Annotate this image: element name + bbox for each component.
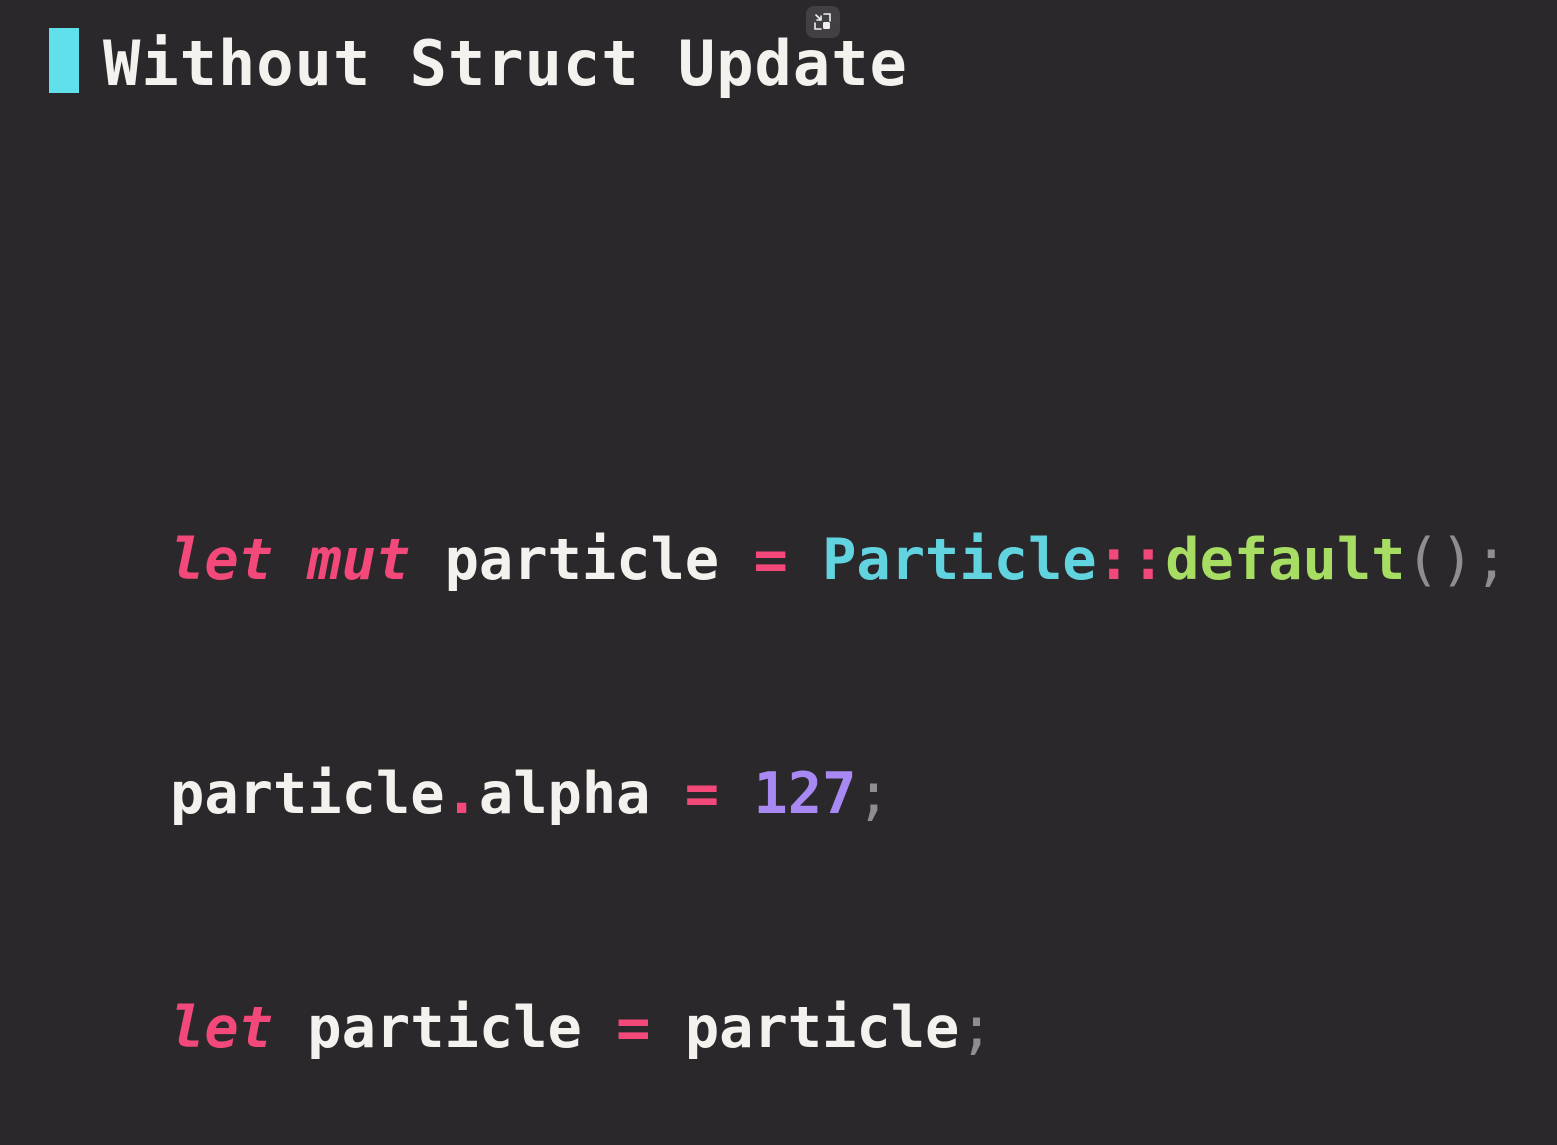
code-line-1: let mut particle = Particle::default(); xyxy=(170,521,1508,599)
assign-operator: = xyxy=(753,527,788,593)
field-alpha: alpha xyxy=(478,761,651,827)
call-parens: () xyxy=(1405,527,1475,593)
type-particle: Particle xyxy=(822,527,1097,593)
keyword-mut: mut xyxy=(307,527,411,593)
value-particle: particle xyxy=(684,995,960,1061)
code-block: let mut particle = Particle::default(); … xyxy=(170,365,1508,1145)
number-literal: 127 xyxy=(753,761,857,827)
title-accent-bar xyxy=(49,28,79,93)
restore-window-icon xyxy=(814,13,831,30)
code-line-2: particle.alpha = 127; xyxy=(170,755,1508,833)
field-access-dot: . xyxy=(444,761,479,827)
keyword-let: let xyxy=(170,995,273,1061)
restore-window-button[interactable] xyxy=(806,6,840,38)
assign-operator: = xyxy=(684,761,720,827)
variable-particle: particle xyxy=(444,527,720,593)
semicolon: ; xyxy=(1474,527,1509,593)
semicolon: ; xyxy=(856,761,891,827)
semicolon: ; xyxy=(959,995,994,1061)
function-default: default xyxy=(1165,527,1406,593)
slide-title: Without Struct Update xyxy=(103,27,908,100)
variable-particle: particle xyxy=(307,995,582,1061)
keyword-let: let xyxy=(170,527,273,593)
assign-operator: = xyxy=(616,995,651,1061)
code-line-3: let particle = particle; xyxy=(170,989,1508,1067)
path-separator: :: xyxy=(1096,527,1166,593)
variable-particle: particle xyxy=(170,761,445,827)
